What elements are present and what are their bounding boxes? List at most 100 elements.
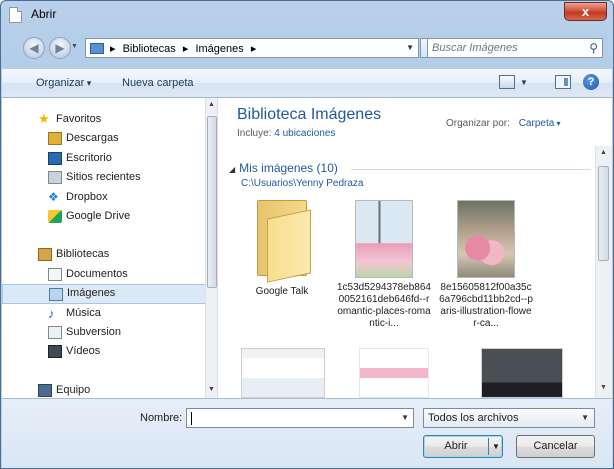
documents-icon — [48, 267, 62, 281]
nav-item-label: Escritorio — [66, 151, 112, 164]
nav-item-escritorio[interactable]: Escritorio — [2, 149, 206, 168]
scroll-down-icon[interactable]: ▼ — [600, 384, 607, 391]
image-thumbnail[interactable] — [481, 348, 563, 398]
breadcrumb-separator-icon: ▸ — [110, 43, 116, 55]
title-bar: Abrir x — [1, 1, 613, 29]
nav-item-imagenes[interactable]: Imágenes — [2, 284, 206, 304]
nav-item-google-drive[interactable]: Google Drive — [2, 207, 206, 226]
preview-pane-icon[interactable] — [555, 75, 571, 89]
nav-item-label: Google Drive — [66, 209, 131, 222]
command-bar: Organizar Nueva carpeta ▼ ? — [2, 69, 612, 98]
image-thumbnail[interactable] — [241, 348, 325, 398]
nav-item-dropbox[interactable]: ❖ Dropbox — [2, 188, 206, 207]
nav-item-equipo[interactable]: Equipo — [2, 381, 206, 398]
group-divider — [351, 169, 591, 170]
arrange-by-dropdown[interactable]: Carpeta — [519, 118, 561, 129]
videos-icon — [48, 345, 62, 359]
scrollbar-thumb[interactable] — [207, 116, 217, 288]
text-caret — [191, 412, 192, 425]
nav-item-favoritos[interactable]: ★ Favoritos — [2, 110, 206, 129]
new-folder-button[interactable]: Nueva carpeta — [122, 77, 194, 89]
cancel-button[interactable]: Cancelar — [516, 435, 595, 458]
view-options-dropdown-icon[interactable]: ▼ — [520, 78, 528, 87]
nav-item-musica[interactable]: ♪ Música — [2, 304, 206, 323]
scroll-up-icon[interactable]: ▲ — [208, 101, 215, 108]
nav-item-label: Vídeos — [66, 345, 101, 358]
nav-item-label: Imágenes — [67, 287, 116, 300]
address-dropdown-icon[interactable]: ▼ — [406, 43, 414, 52]
address-bar[interactable]: ▸ Bibliotecas ▸ Imágenes ▸ ▼ — [85, 38, 419, 58]
recent-places-icon — [48, 171, 62, 185]
nav-item-videos[interactable]: Vídeos — [2, 342, 206, 361]
nav-item-sitios-recientes[interactable]: Sitios recientes — [2, 168, 206, 187]
recent-locations-dropdown-icon[interactable]: ▼ — [71, 43, 78, 50]
file-name: Google Talk — [255, 286, 309, 297]
breadcrumb-item-imagenes[interactable]: Imágenes — [195, 43, 243, 55]
scroll-down-icon[interactable]: ▼ — [208, 386, 215, 393]
desktop-icon — [48, 151, 62, 165]
nav-item-documentos[interactable]: Documentos — [2, 265, 206, 284]
image-thumbnail[interactable] — [359, 348, 429, 398]
file-type-select[interactable]: Todos los archivos ▼ — [423, 408, 595, 428]
split-divider — [488, 438, 489, 455]
file-list-scrollbar[interactable]: ▲ ▼ — [595, 146, 612, 398]
nav-item-label: Sitios recientes — [66, 171, 141, 184]
nav-item-label: Bibliotecas — [56, 248, 110, 261]
search-box[interactable]: ⚲ — [427, 38, 603, 58]
change-view-icon[interactable] — [499, 75, 515, 89]
open-options-dropdown-icon[interactable]: ▼ — [492, 436, 500, 457]
breadcrumb: ▸ Bibliotecas ▸ Imágenes ▸ — [110, 42, 260, 55]
open-button[interactable]: Abrir ▼ — [423, 435, 503, 458]
star-icon: ★ — [38, 111, 50, 126]
document-icon — [9, 7, 22, 23]
nav-item-bibliotecas[interactable]: Bibliotecas — [2, 245, 206, 264]
file-item[interactable]: 8e15605812f00a35c6a796cbd11bb2cd--paris-… — [439, 200, 533, 330]
nav-item-subversion[interactable]: Subversion — [2, 323, 206, 342]
nav-item-label: Música — [66, 306, 101, 319]
file-item[interactable]: 1c53d5294378eb8640052161deb646fd--romant… — [337, 200, 431, 330]
main-area: ★ Favoritos Descargas Escritorio Sitios … — [2, 98, 612, 398]
navigation-tree: ★ Favoritos Descargas Escritorio Sitios … — [2, 110, 206, 398]
file-name: 1c53d5294378eb8640052161deb646fd--romant… — [337, 282, 431, 329]
filename-combobox[interactable]: ▼ — [186, 408, 414, 428]
search-input[interactable] — [432, 41, 582, 55]
arrange-by: Organizar por: Carpeta — [446, 118, 561, 129]
locations-link[interactable]: 4 ubicaciones — [274, 128, 335, 139]
close-button[interactable]: x — [564, 2, 607, 21]
file-item[interactable]: Google Talk — [235, 200, 329, 298]
organize-menu-button[interactable]: Organizar — [36, 77, 91, 89]
dialog-footer: Nombre: ▼ Todos los archivos ▼ Abrir ▼ C… — [2, 398, 612, 468]
address-row: ◀ ▶ ▼ ▸ Bibliotecas ▸ Imágenes ▸ ▼ ↻ ⚲ — [1, 29, 613, 63]
nav-item-descargas[interactable]: Descargas — [2, 129, 206, 148]
scrollbar-thumb[interactable] — [598, 166, 609, 261]
group-name: Mis imágenes (10) — [239, 161, 338, 175]
navigation-pane: ★ Favoritos Descargas Escritorio Sitios … — [2, 98, 218, 398]
help-icon[interactable]: ? — [583, 74, 599, 90]
scroll-up-icon[interactable]: ▲ — [600, 149, 607, 156]
group-header[interactable]: ◢ Mis imágenes (10) — [229, 161, 338, 175]
file-type-dropdown-icon[interactable]: ▼ — [581, 413, 589, 422]
filename-input[interactable] — [190, 411, 390, 425]
collapse-triangle-icon[interactable]: ◢ — [229, 165, 235, 174]
downloads-folder-icon — [48, 132, 62, 146]
nav-item-label: Favoritos — [56, 113, 102, 125]
filename-dropdown-icon[interactable]: ▼ — [401, 413, 409, 422]
breadcrumb-item-bibliotecas[interactable]: Bibliotecas — [123, 43, 176, 55]
pictures-icon — [49, 288, 63, 302]
breadcrumb-separator-icon: ▸ — [250, 43, 257, 55]
image-thumbnail — [457, 200, 515, 278]
image-thumbnail — [355, 200, 413, 278]
library-title: Biblioteca Imágenes — [237, 106, 382, 123]
forward-button[interactable]: ▶ — [49, 37, 71, 59]
navigation-scrollbar[interactable]: ▲ ▼ — [205, 98, 217, 398]
subversion-icon — [48, 325, 62, 339]
search-icon[interactable]: ⚲ — [589, 41, 598, 55]
back-button[interactable]: ◀ — [23, 37, 45, 59]
group-path: C:\Usuarios\Yenny Pedraza — [241, 178, 364, 189]
computer-icon — [38, 383, 52, 397]
library-folder-icon — [90, 43, 104, 54]
open-file-dialog: Abrir x ◀ ▶ ▼ ▸ Bibliotecas ▸ Imágenes ▸… — [0, 0, 614, 469]
filename-label: Nombre: — [140, 412, 183, 424]
nav-item-label: Equipo — [56, 383, 91, 396]
folder-icon — [253, 200, 311, 283]
